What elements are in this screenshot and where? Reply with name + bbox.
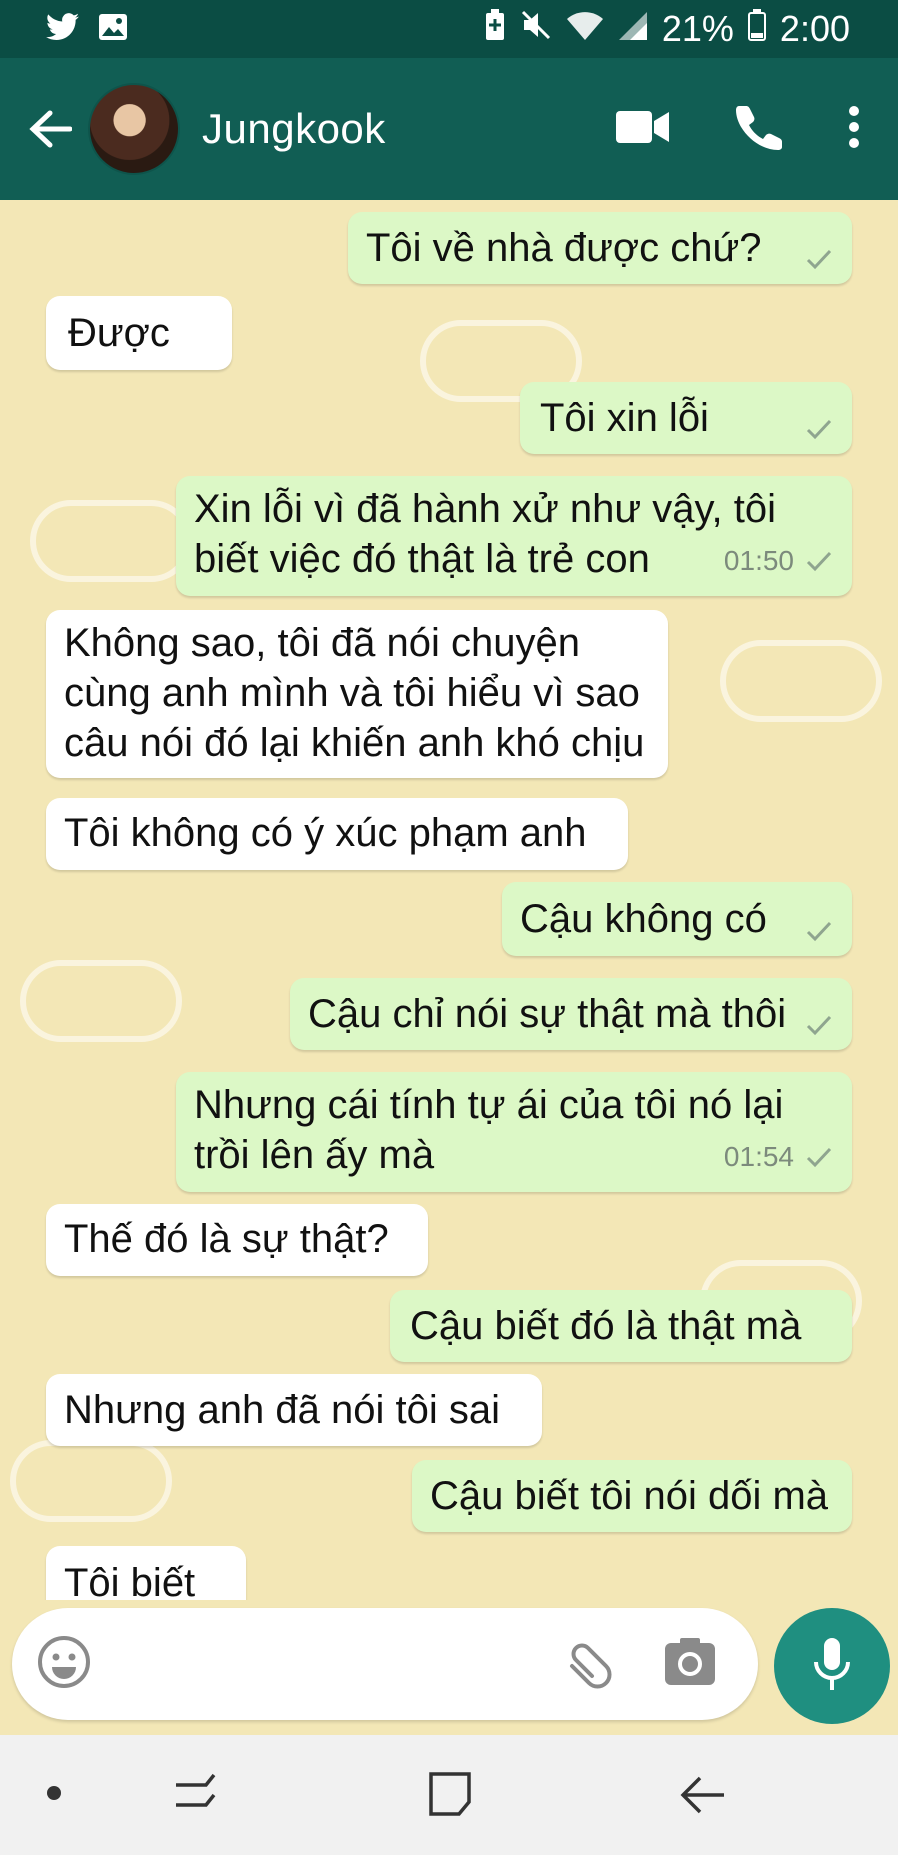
message-text-line: cùng anh mình và tôi hiểu vì sao (64, 671, 640, 715)
message-bubble-outgoing[interactable]: Cậu biết tôi nói dối mà (412, 1460, 852, 1532)
message-text: Tôi không có ý xúc phạm anh (64, 811, 587, 855)
camera-icon[interactable] (664, 1637, 716, 1692)
battery-percent: 21% (661, 8, 734, 49)
tick-icon (806, 921, 832, 942)
signal-icon (618, 8, 648, 50)
twitter-icon (46, 12, 80, 46)
message-meta: 01:54 (724, 1132, 834, 1182)
message-bubble-outgoing[interactable]: Tôi về nhà được chứ? (348, 212, 852, 284)
message-bubble-incoming[interactable]: Tôi không có ý xúc phạm anh (46, 798, 628, 870)
message-text-line: Không sao, tôi đã nói chuyện (64, 621, 580, 665)
message-text: Được (68, 311, 170, 355)
wallpaper-cloud (10, 1440, 172, 1522)
message-bubble-outgoing[interactable]: Tôi xin lỗi (520, 382, 852, 454)
tick-icon (806, 249, 832, 270)
wallpaper-cloud (720, 640, 882, 722)
recent-apps-icon[interactable] (172, 1773, 218, 1820)
tick-icon (806, 419, 832, 440)
message-bubble-incoming[interactable]: Thế đó là sự thật? (46, 1204, 428, 1276)
wallpaper-cloud (20, 960, 182, 1042)
message-input[interactable] (92, 1624, 558, 1704)
dot-icon (46, 1785, 62, 1806)
status-bar: 21% 2:00 (0, 0, 898, 58)
home-icon[interactable] (428, 1771, 472, 1822)
message-text-line: Nhưng cái tính tự ái của tôi nó lại (194, 1083, 784, 1127)
message-bubble-outgoing[interactable]: Nhưng cái tính tự ái của tôi nó lại trồi… (176, 1072, 852, 1192)
message-meta: 01:50 (724, 536, 834, 586)
message-bubble-incoming[interactable]: Nhưng anh đã nói tôi sai (46, 1374, 542, 1446)
message-text: Tôi biết (64, 1561, 196, 1600)
message-meta (804, 414, 834, 444)
message-list[interactable]: Tôi về nhà được chứ? Được Tôi xin lỗi Xi… (0, 200, 898, 1600)
wifi-icon (566, 8, 604, 50)
gallery-icon (98, 13, 128, 46)
mic-icon (812, 1636, 852, 1697)
message-text-line: câu nói đó lại khiến anh khó chịu (64, 721, 645, 765)
wallpaper-cloud (30, 500, 192, 582)
message-bubble-outgoing[interactable]: Xin lỗi vì đã hành xử như vậy, tôi biết … (176, 476, 852, 596)
message-text-line: Xin lỗi vì đã hành xử như vậy, tôi (194, 487, 777, 531)
tick-icon (806, 1147, 832, 1168)
message-meta (804, 244, 834, 274)
system-nav-bar (0, 1735, 898, 1855)
emoji-icon[interactable] (36, 1634, 92, 1695)
mute-icon (520, 8, 552, 50)
phone-icon[interactable] (736, 104, 782, 155)
message-bubble-incoming[interactable]: Được (46, 296, 232, 370)
attach-icon[interactable] (558, 1634, 614, 1695)
message-text: Cậu không có (520, 897, 767, 941)
message-time: 01:54 (723, 1141, 794, 1172)
message-meta (804, 1010, 834, 1040)
message-time: 01:50 (723, 545, 794, 576)
message-input-bar[interactable] (12, 1608, 758, 1720)
message-bubble-outgoing[interactable]: Cậu không có (502, 882, 852, 956)
message-text: Cậu chỉ nói sự thật mà thôi (308, 992, 787, 1036)
message-text: Thế đó là sự thật? (64, 1217, 389, 1261)
battery-icon (747, 8, 766, 50)
message-text: Tôi về nhà được chứ? (366, 226, 762, 270)
clock: 2:00 (779, 8, 850, 49)
more-vert-icon[interactable] (848, 105, 860, 153)
avatar[interactable] (88, 83, 180, 175)
message-text: Nhưng anh đã nói tôi sai (64, 1388, 500, 1432)
message-text: Tôi xin lỗi (540, 396, 709, 440)
back-icon[interactable] (680, 1775, 726, 1820)
tick-icon (806, 551, 832, 572)
video-call-icon[interactable] (616, 109, 670, 150)
battery-saver-icon (484, 8, 506, 50)
message-meta (804, 916, 834, 946)
chat-header: Jungkook (0, 58, 898, 200)
message-bubble-outgoing[interactable]: Cậu biết đó là thật mà (390, 1290, 852, 1362)
mic-button[interactable] (774, 1608, 890, 1724)
contact-name[interactable]: Jungkook (202, 105, 616, 153)
message-bubble-incoming[interactable]: Tôi biết (46, 1546, 246, 1600)
message-text: Cậu biết đó là thật mà (410, 1304, 802, 1348)
tick-icon (806, 1015, 832, 1036)
message-bubble-incoming[interactable]: Không sao, tôi đã nói chuyện cùng anh mì… (46, 610, 668, 778)
back-arrow-icon[interactable] (12, 91, 88, 167)
message-text: Cậu biết tôi nói dối mà (430, 1474, 829, 1518)
message-bubble-outgoing[interactable]: Cậu chỉ nói sự thật mà thôi (290, 978, 852, 1050)
